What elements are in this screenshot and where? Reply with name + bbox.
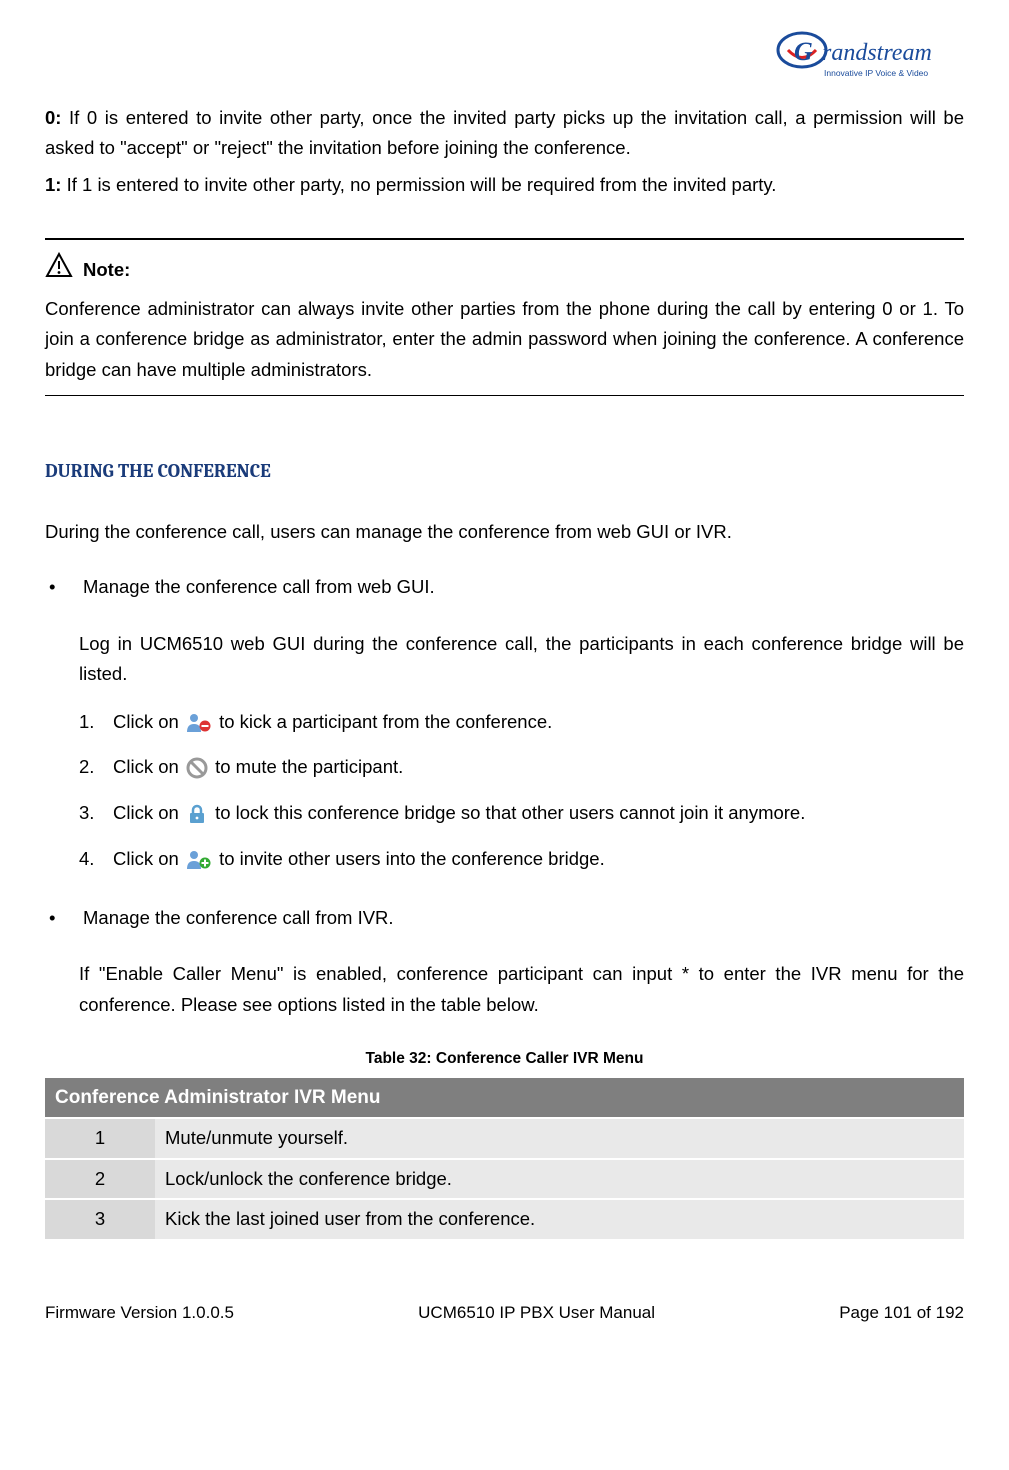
bullet-text: Manage the conference call from IVR. (83, 903, 964, 934)
bullet-item: • Manage the conference call from web GU… (45, 572, 964, 603)
step-number: 4. (79, 845, 113, 873)
footer-center: UCM6510 IP PBX User Manual (418, 1299, 655, 1327)
step-text-b: to kick a participant from the conferenc… (219, 711, 552, 732)
bullet-marker: • (45, 572, 83, 603)
opt1-text: If 1 is entered to invite other party, n… (61, 174, 776, 195)
table-row: 2 Lock/unlock the conference bridge. (45, 1159, 964, 1200)
table-row: 3 Kick the last joined user from the con… (45, 1199, 964, 1239)
table-header: Conference Administrator IVR Menu (45, 1078, 964, 1118)
mute-icon (186, 757, 208, 779)
ivr-menu-table: Conference Administrator IVR Menu 1 Mute… (45, 1078, 964, 1239)
bullet-item: • Manage the conference call from IVR. (45, 903, 964, 934)
intro-option-0: 0: If 0 is entered to invite other party… (45, 103, 964, 164)
bullet-text: Manage the conference call from web GUI. (83, 572, 964, 603)
step-text-b: to lock this conference bridge so that o… (215, 802, 805, 823)
ivr-desc: Lock/unlock the conference bridge. (155, 1159, 964, 1200)
svg-text:randstream: randstream (822, 40, 932, 66)
step-item: 1. Click on to kick a participant from t… (79, 708, 964, 736)
step-number: 1. (79, 708, 113, 736)
ivr-key: 2 (45, 1159, 155, 1200)
bullet-marker: • (45, 903, 83, 934)
step-text-b: to invite other users into the conferenc… (219, 848, 605, 869)
invite-user-icon (186, 849, 212, 871)
opt1-label: 1: (45, 174, 61, 195)
ivr-key: 3 (45, 1199, 155, 1239)
page-footer: Firmware Version 1.0.0.5 UCM6510 IP PBX … (45, 1299, 964, 1327)
ivr-desc: Kick the last joined user from the confe… (155, 1199, 964, 1239)
divider (45, 395, 964, 396)
note-body: Conference administrator can always invi… (45, 294, 964, 386)
ivr-desc: Mute/unmute yourself. (155, 1118, 964, 1159)
lock-icon (186, 803, 208, 825)
bullet-subtext: If "Enable Caller Menu" is enabled, conf… (79, 959, 964, 1020)
ivr-key: 1 (45, 1118, 155, 1159)
footer-right: Page 101 of 192 (839, 1299, 964, 1327)
warning-icon (45, 252, 73, 288)
table-row: 1 Mute/unmute yourself. (45, 1118, 964, 1159)
footer-left: Firmware Version 1.0.0.5 (45, 1299, 234, 1327)
brand-logo: G randstream Innovative IP Voice & Video (45, 30, 964, 95)
section-intro: During the conference call, users can ma… (45, 517, 964, 548)
step-text-a: Click on (113, 848, 184, 869)
section-heading: DURING THE CONFERENCE (45, 456, 964, 487)
table-caption: Table 32: Conference Caller IVR Menu (45, 1046, 964, 1072)
step-text-b: to mute the participant. (215, 756, 403, 777)
kick-user-icon (186, 712, 212, 734)
step-item: 4. Click on to invite other users into t… (79, 845, 964, 873)
bullet-subtext: Log in UCM6510 web GUI during the confer… (79, 629, 964, 690)
step-text-a: Click on (113, 711, 184, 732)
note-label: Note: (83, 255, 130, 286)
step-item: 3. Click on to lock this conference brid… (79, 799, 964, 827)
intro-option-1: 1: If 1 is entered to invite other party… (45, 170, 964, 201)
svg-text:G: G (794, 37, 813, 66)
step-number: 2. (79, 753, 113, 781)
step-number: 3. (79, 799, 113, 827)
opt0-text: If 0 is entered to invite other party, o… (45, 107, 964, 159)
divider (45, 238, 964, 240)
step-item: 2. Click on to mute the participant. (79, 753, 964, 781)
step-text-a: Click on (113, 802, 184, 823)
opt0-label: 0: (45, 107, 61, 128)
note-header: Note: (45, 252, 964, 288)
svg-text:Innovative IP Voice & Video: Innovative IP Voice & Video (824, 68, 928, 78)
step-text-a: Click on (113, 756, 184, 777)
